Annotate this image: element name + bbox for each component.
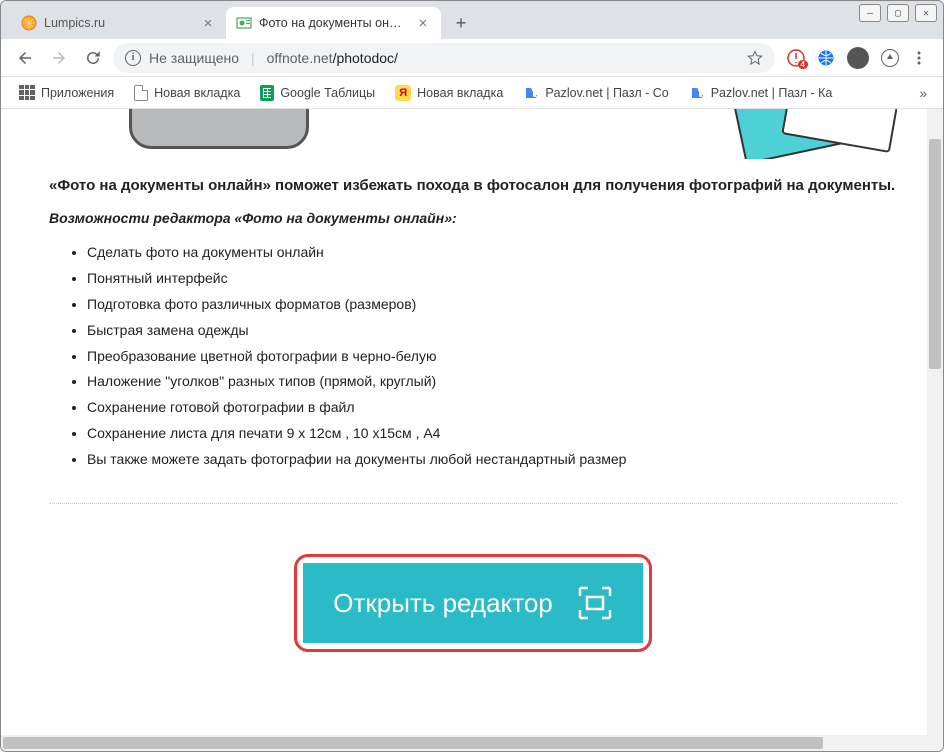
- more-arrow-icon[interactable]: [881, 49, 899, 67]
- puzzle-icon: [523, 85, 539, 101]
- bookmark-pazlov-2[interactable]: Pazlov.net | Пазл - Ка: [681, 82, 841, 104]
- cta-highlight: Открыть редактор: [294, 554, 652, 652]
- info-icon: i: [125, 50, 141, 66]
- minimize-button[interactable]: —: [859, 4, 881, 22]
- extension-icons: 4: [787, 47, 899, 69]
- tab-title: Lumpics.ru: [44, 16, 193, 30]
- close-icon[interactable]: ×: [200, 15, 216, 32]
- bookmarks-overflow[interactable]: »: [913, 85, 933, 101]
- editor-frame-icon: [577, 585, 613, 621]
- menu-button[interactable]: [905, 44, 933, 72]
- tab-lumpics[interactable]: Lumpics.ru ×: [11, 7, 226, 39]
- yandex-icon: Я: [395, 85, 411, 101]
- reload-button[interactable]: [79, 44, 107, 72]
- hero-image: [49, 109, 897, 159]
- globe-icon[interactable]: [817, 49, 835, 67]
- list-item: Подготовка фото различных форматов (разм…: [87, 292, 897, 318]
- star-icon[interactable]: [747, 50, 763, 66]
- vertical-scrollbar[interactable]: [927, 109, 943, 735]
- page-subheading: Возможности редактора «Фото на документы…: [49, 210, 897, 226]
- page-intro: «Фото на документы онлайн» поможет избеж…: [49, 177, 897, 194]
- list-item: Наложение "уголков" разных типов (прямой…: [87, 369, 897, 395]
- tab-title: Фото на документы онлайн: [259, 16, 408, 30]
- omnibox[interactable]: i Не защищено | offnote.net/photodoc/: [113, 43, 775, 73]
- close-icon[interactable]: ×: [415, 15, 431, 32]
- cta-label: Открыть редактор: [333, 588, 553, 619]
- bookmark-new-tab[interactable]: Новая вкладка: [126, 82, 248, 104]
- close-window-button[interactable]: ✕: [915, 4, 937, 22]
- list-item: Сохранение листа для печати 9 x 12см , 1…: [87, 421, 897, 447]
- list-item: Понятный интерфейс: [87, 266, 897, 292]
- file-icon: [134, 85, 148, 101]
- bookmark-new-tab-yandex[interactable]: Я Новая вкладка: [387, 82, 511, 104]
- window-controls: — ▢ ✕: [859, 4, 937, 22]
- user-avatar[interactable]: [847, 47, 869, 69]
- list-item: Преобразование цветной фотографии в черн…: [87, 344, 897, 370]
- list-item: Вы также можете задать фотографии на док…: [87, 447, 897, 473]
- list-item: Сделать фото на документы онлайн: [87, 240, 897, 266]
- apps-icon: [19, 85, 35, 101]
- separator: [49, 503, 897, 504]
- bookmark-google-sheets[interactable]: Google Таблицы: [252, 82, 383, 104]
- orange-icon: [21, 15, 37, 31]
- extension-icon[interactable]: 4: [787, 49, 805, 67]
- forward-button[interactable]: [45, 44, 73, 72]
- photodoc-icon: [236, 15, 252, 31]
- url-path: /photodoc/: [333, 50, 398, 66]
- url-host: offnote.net: [267, 50, 333, 66]
- tab-photodoc[interactable]: Фото на документы онлайн ×: [226, 7, 441, 39]
- security-label: Не защищено: [149, 50, 239, 66]
- open-editor-button[interactable]: Открыть редактор: [303, 563, 643, 643]
- extension-badge: 4: [798, 60, 808, 69]
- new-tab-button[interactable]: +: [447, 9, 475, 37]
- sheets-icon: [260, 85, 274, 101]
- list-item: Быстрая замена одежды: [87, 318, 897, 344]
- address-bar: i Не защищено | offnote.net/photodoc/ 4: [1, 39, 943, 77]
- page-content: «Фото на документы онлайн» поможет избеж…: [1, 109, 927, 735]
- bookmark-pazlov-1[interactable]: Pazlov.net | Пазл - Со: [515, 82, 676, 104]
- back-button[interactable]: [11, 44, 39, 72]
- feature-list: Сделать фото на документы онлайн Понятны…: [49, 240, 897, 473]
- horizontal-scrollbar[interactable]: [1, 735, 927, 751]
- maximize-button[interactable]: ▢: [887, 4, 909, 22]
- puzzle-icon: [689, 85, 705, 101]
- bookmarks-bar: Приложения Новая вкладка Google Таблицы …: [1, 77, 943, 109]
- tab-bar: Lumpics.ru × Фото на документы онлайн × …: [1, 1, 943, 39]
- list-item: Сохранение готовой фотографии в файл: [87, 395, 897, 421]
- bookmark-apps[interactable]: Приложения: [11, 82, 122, 104]
